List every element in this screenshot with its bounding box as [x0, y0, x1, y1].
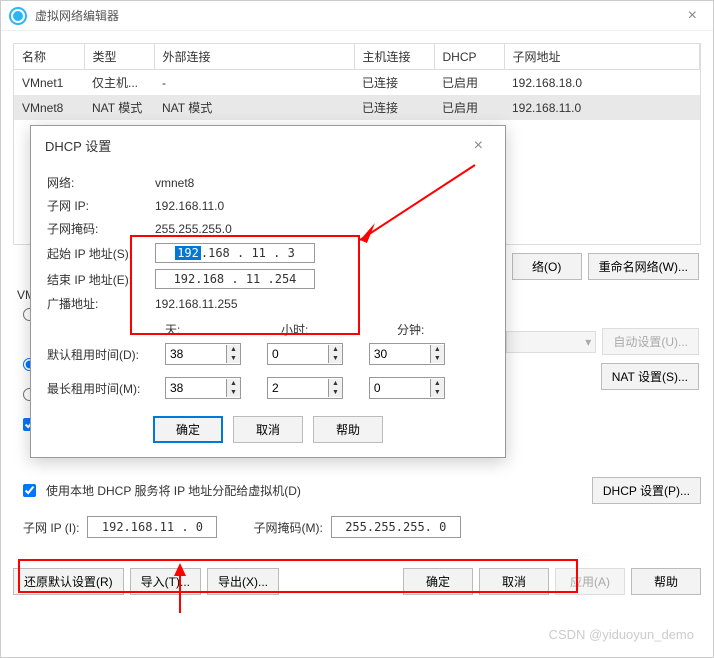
ok-button[interactable]: 确定 — [403, 568, 473, 595]
start-ip-label: 起始 IP 地址(S): — [47, 245, 155, 262]
table-row[interactable]: VMnet8 NAT 模式 NAT 模式 已连接 已启用 192.168.11.… — [14, 95, 700, 120]
max-day-spinner[interactable]: ▲▼ — [165, 377, 241, 399]
close-icon[interactable]: × — [680, 7, 705, 25]
end-ip-input[interactable]: 192.168 . 11 .254 — [155, 269, 315, 289]
subnet-mask-input[interactable]: 255.255.255. 0 — [331, 516, 461, 538]
subnet-value: 192.168.11.0 — [155, 199, 224, 213]
max-hour-spinner[interactable]: ▲▼ — [267, 377, 343, 399]
dialog-help-button[interactable]: 帮助 — [313, 416, 383, 443]
auto-settings-button: 自动设置(U)... — [602, 328, 699, 355]
add-network-button[interactable]: 络(O) — [512, 253, 582, 280]
start-ip-input[interactable]: 192.168 . 11 . 3 — [155, 243, 315, 263]
col-ext[interactable]: 外部连接 — [154, 44, 354, 70]
dhcp-checkbox-row[interactable]: 使用本地 DHCP 服务将 IP 地址分配给虚拟机(D) — [23, 482, 301, 499]
bcast-label: 广播地址: — [47, 295, 155, 312]
default-min-spinner[interactable]: ▲▼ — [369, 343, 445, 365]
net-label: 网络: — [47, 174, 155, 191]
col-type[interactable]: 类型 — [84, 44, 154, 70]
net-value: vmnet8 — [155, 176, 194, 190]
import-button[interactable]: 导入(T)... — [130, 568, 201, 595]
mask-label: 子网掩码: — [47, 220, 155, 237]
apply-button: 应用(A) — [555, 568, 625, 595]
default-lease-label: 默认租用时间(D): — [47, 346, 165, 363]
chevron-down-icon: ▼ — [227, 354, 240, 363]
dropdown-disabled: ▾ — [506, 331, 596, 353]
chevron-up-icon: ▲ — [227, 345, 240, 354]
col-host[interactable]: 主机连接 — [354, 44, 434, 70]
dialog-ok-button[interactable]: 确定 — [153, 416, 223, 443]
dialog-title: DHCP 设置 — [45, 136, 111, 155]
use-dhcp-checkbox[interactable] — [23, 484, 36, 497]
restore-defaults-button[interactable]: 还原默认设置(R) — [13, 568, 124, 595]
default-day-spinner[interactable]: ▲▼ — [165, 343, 241, 365]
col-dhcp[interactable]: DHCP — [434, 44, 504, 70]
min-header: 分钟: — [397, 321, 424, 338]
dhcp-dialog: DHCP 设置 × 网络:vmnet8 子网 IP:192.168.11.0 子… — [30, 125, 506, 458]
dhcp-settings-button[interactable]: DHCP 设置(P)... — [592, 477, 701, 504]
subnet-mask-label: 子网掩码(M): — [253, 519, 322, 536]
app-icon — [9, 7, 27, 25]
default-hour-spinner[interactable]: ▲▼ — [267, 343, 343, 365]
nat-settings-button[interactable]: NAT 设置(S)... — [601, 363, 699, 390]
hour-header: 小时: — [281, 321, 397, 338]
watermark: CSDN @yiduoyun_demo — [549, 627, 694, 642]
dialog-cancel-button[interactable]: 取消 — [233, 416, 303, 443]
titlebar: 虚拟网络编辑器 × — [1, 1, 713, 31]
mask-value: 255.255.255.0 — [155, 222, 232, 236]
end-ip-label: 结束 IP 地址(E): — [47, 271, 155, 288]
max-min-spinner[interactable]: ▲▼ — [369, 377, 445, 399]
table-row[interactable]: VMnet1 仅主机... - 已连接 已启用 192.168.18.0 — [14, 70, 700, 96]
day-header: 天: — [165, 321, 281, 338]
subnet-label: 子网 IP: — [47, 197, 155, 214]
col-subnet[interactable]: 子网地址 — [504, 44, 700, 70]
network-table: 名称 类型 外部连接 主机连接 DHCP 子网地址 VMnet1 仅主机... — [14, 44, 700, 120]
window-title: 虚拟网络编辑器 — [35, 7, 680, 24]
cancel-button[interactable]: 取消 — [479, 568, 549, 595]
help-button[interactable]: 帮助 — [631, 568, 701, 595]
max-lease-label: 最长租用时间(M): — [47, 380, 165, 397]
export-button[interactable]: 导出(X)... — [207, 568, 279, 595]
bcast-value: 192.168.11.255 — [155, 297, 238, 311]
subnet-ip-label: 子网 IP (I): — [23, 519, 79, 536]
col-name[interactable]: 名称 — [14, 44, 84, 70]
subnet-ip-input[interactable]: 192.168.11 . 0 — [87, 516, 217, 538]
dialog-close-icon[interactable]: × — [466, 137, 491, 155]
rename-network-button[interactable]: 重命名网络(W)... — [588, 253, 699, 280]
